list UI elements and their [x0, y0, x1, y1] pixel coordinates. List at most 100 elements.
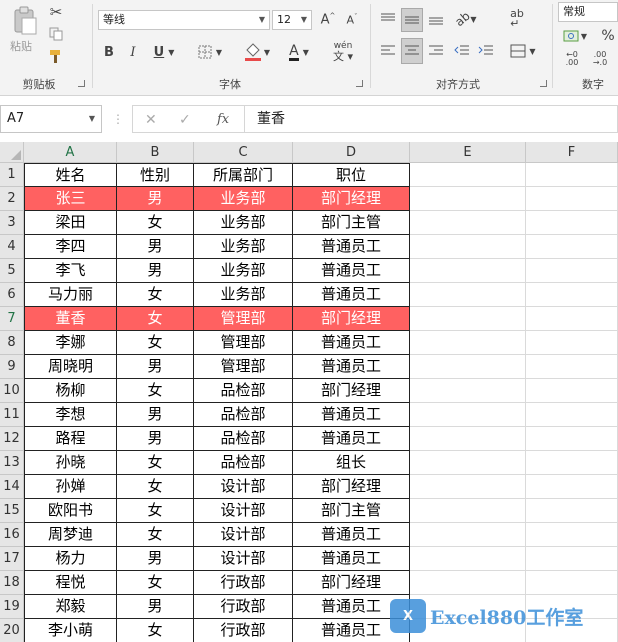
row-header-10[interactable]: 10	[0, 379, 24, 403]
empty-cell[interactable]	[410, 523, 526, 547]
table-cell[interactable]: 周晓明	[24, 355, 117, 379]
table-cell[interactable]: 管理部	[194, 331, 293, 355]
cut-button[interactable]: ✂	[46, 2, 66, 22]
paste-button[interactable]	[8, 4, 42, 38]
font-name-combo[interactable]: 等线 ▼	[98, 10, 270, 30]
table-cell[interactable]: 业务部	[194, 235, 293, 259]
table-cell[interactable]: 男	[117, 547, 194, 571]
borders-button[interactable]: ▼	[194, 42, 226, 62]
underline-button[interactable]: U ▼	[148, 42, 180, 62]
empty-cell[interactable]	[526, 307, 618, 331]
empty-cell[interactable]	[410, 259, 526, 283]
table-cell[interactable]: 女	[117, 571, 194, 595]
decrease-indent-button[interactable]	[452, 40, 472, 62]
empty-cell[interactable]	[410, 403, 526, 427]
align-top-button[interactable]	[378, 8, 398, 30]
table-cell[interactable]: 男	[117, 235, 194, 259]
table-cell[interactable]: 普通员工	[293, 259, 410, 283]
empty-cell[interactable]	[410, 331, 526, 355]
increase-indent-button[interactable]	[476, 40, 496, 62]
name-box[interactable]: A7 ▼	[0, 105, 102, 133]
wrap-text-button[interactable]: ab ↵	[506, 8, 528, 30]
empty-cell[interactable]	[410, 427, 526, 451]
table-cell[interactable]: 杨柳	[24, 379, 117, 403]
empty-cell[interactable]	[410, 211, 526, 235]
table-cell[interactable]: 业务部	[194, 259, 293, 283]
italic-button[interactable]: I	[124, 42, 142, 62]
empty-cell[interactable]	[526, 403, 618, 427]
table-cell[interactable]: 李四	[24, 235, 117, 259]
row-header-3[interactable]: 3	[0, 211, 24, 235]
row-header-15[interactable]: 15	[0, 499, 24, 523]
fill-color-button[interactable]: ▼	[240, 40, 274, 64]
table-cell[interactable]: 欧阳书	[24, 499, 117, 523]
table-cell[interactable]: 管理部	[194, 355, 293, 379]
table-cell[interactable]: 普通员工	[293, 283, 410, 307]
row-header-18[interactable]: 18	[0, 571, 24, 595]
table-cell[interactable]: 品检部	[194, 427, 293, 451]
empty-cell[interactable]	[410, 547, 526, 571]
table-cell[interactable]: 郑毅	[24, 595, 117, 619]
align-left-button[interactable]	[378, 40, 398, 62]
empty-cell[interactable]	[526, 355, 618, 379]
table-cell[interactable]: 李飞	[24, 259, 117, 283]
table-cell[interactable]: 男	[117, 427, 194, 451]
decrease-font-button[interactable]: Aˇ	[342, 10, 362, 30]
bold-button[interactable]: B	[100, 42, 118, 62]
empty-cell[interactable]	[410, 163, 526, 187]
row-header-8[interactable]: 8	[0, 331, 24, 355]
table-header-cell[interactable]: 性别	[117, 163, 194, 187]
column-header-c[interactable]: C	[194, 142, 293, 163]
empty-cell[interactable]	[526, 163, 618, 187]
empty-cell[interactable]	[526, 259, 618, 283]
row-header-2[interactable]: 2	[0, 187, 24, 211]
font-launcher[interactable]	[356, 80, 363, 87]
table-cell[interactable]: 部门主管	[293, 499, 410, 523]
table-cell[interactable]: 男	[117, 595, 194, 619]
table-cell[interactable]: 业务部	[194, 211, 293, 235]
phonetic-button[interactable]: wén 文 ▾	[326, 38, 360, 66]
table-cell[interactable]: 杨力	[24, 547, 117, 571]
table-cell[interactable]: 女	[117, 475, 194, 499]
empty-cell[interactable]	[526, 571, 618, 595]
table-cell[interactable]: 部门经理	[293, 307, 410, 331]
empty-cell[interactable]	[526, 235, 618, 259]
row-header-12[interactable]: 12	[0, 427, 24, 451]
empty-cell[interactable]	[410, 379, 526, 403]
table-cell[interactable]: 业务部	[194, 283, 293, 307]
table-cell[interactable]: 女	[117, 379, 194, 403]
empty-cell[interactable]	[410, 235, 526, 259]
percent-button[interactable]: %	[598, 26, 618, 46]
table-cell[interactable]: 女	[117, 283, 194, 307]
table-cell[interactable]: 普通员工	[293, 331, 410, 355]
empty-cell[interactable]	[410, 307, 526, 331]
accounting-format-button[interactable]: ▼	[560, 26, 590, 46]
align-center-button[interactable]	[401, 38, 423, 64]
table-cell[interactable]: 部门主管	[293, 211, 410, 235]
clipboard-launcher[interactable]	[78, 80, 85, 87]
table-cell[interactable]: 设计部	[194, 475, 293, 499]
decrease-decimal-button[interactable]: .00 →.0	[588, 50, 612, 68]
table-cell[interactable]: 普通员工	[293, 235, 410, 259]
table-cell[interactable]: 品检部	[194, 451, 293, 475]
row-header-14[interactable]: 14	[0, 475, 24, 499]
table-cell[interactable]: 行政部	[194, 619, 293, 642]
column-header-d[interactable]: D	[293, 142, 410, 163]
number-format-combo[interactable]: 常规	[558, 2, 618, 22]
align-right-button[interactable]	[426, 40, 446, 62]
table-cell[interactable]: 男	[117, 259, 194, 283]
table-cell[interactable]: 普通员工	[293, 523, 410, 547]
table-header-cell[interactable]: 姓名	[24, 163, 117, 187]
row-header-4[interactable]: 4	[0, 235, 24, 259]
empty-cell[interactable]	[526, 187, 618, 211]
select-all-button[interactable]	[0, 142, 24, 163]
table-cell[interactable]: 行政部	[194, 571, 293, 595]
empty-cell[interactable]	[410, 283, 526, 307]
table-cell[interactable]: 品检部	[194, 379, 293, 403]
column-header-b[interactable]: B	[117, 142, 194, 163]
table-cell[interactable]: 业务部	[194, 187, 293, 211]
row-header-19[interactable]: 19	[0, 595, 24, 619]
table-cell[interactable]: 设计部	[194, 547, 293, 571]
table-cell[interactable]: 孙婵	[24, 475, 117, 499]
empty-cell[interactable]	[410, 475, 526, 499]
